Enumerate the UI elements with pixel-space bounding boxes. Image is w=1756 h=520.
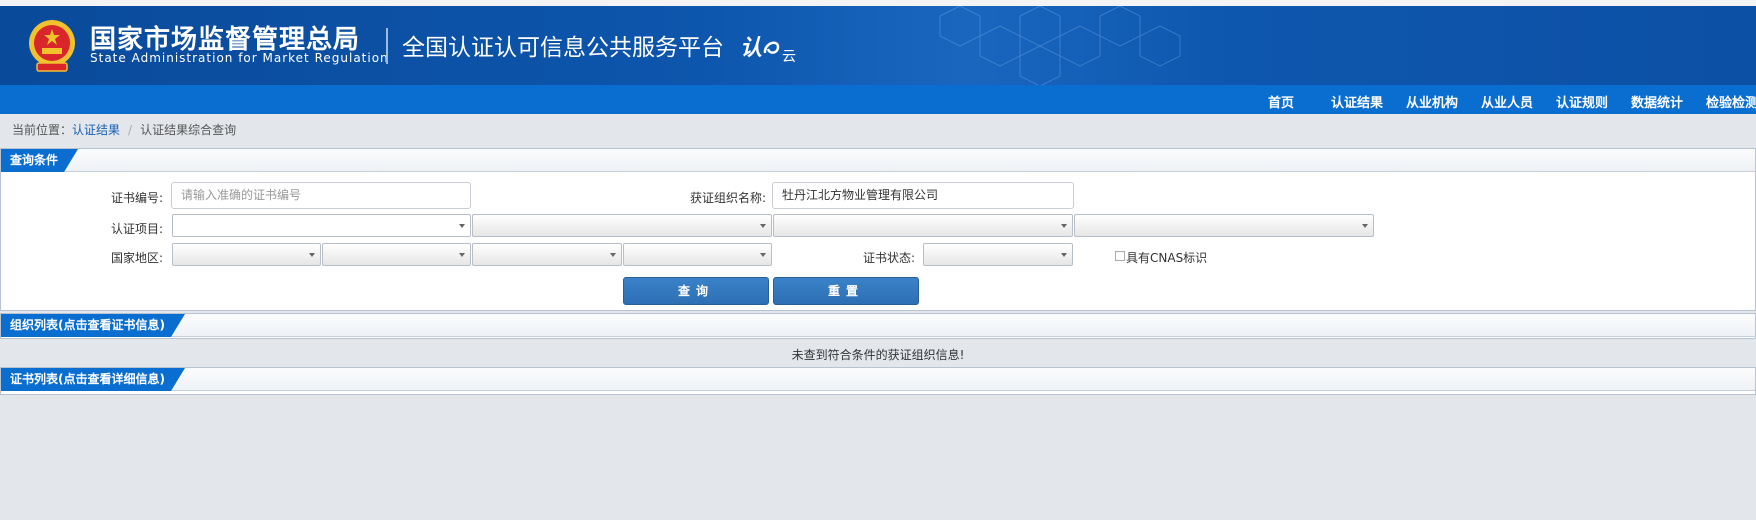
org-name-label: 获证组织名称: <box>689 191 766 205</box>
chevron-down-icon <box>760 224 766 228</box>
cert-item-select-2[interactable] <box>472 214 772 237</box>
nav-item-practitioners[interactable]: 从业人员 <box>1481 92 1533 111</box>
org-list-panel: 组织列表(点击查看证书信息) <box>0 313 1756 339</box>
cnas-label: 具有CNAS标识 <box>1126 251 1208 265</box>
breadcrumb-prefix: 当前位置： <box>12 123 73 137</box>
chevron-down-icon <box>1061 224 1067 228</box>
renzheng-yun-logo: 认云 <box>740 30 796 66</box>
query-panel-header: 查询条件 <box>1 149 1755 172</box>
site-header: 国家市场监督管理总局 State Administration for Mark… <box>0 6 1756 85</box>
chevron-down-icon <box>309 253 315 257</box>
logo-suffix: 云 <box>782 49 797 65</box>
cert-list-panel: 证书列表(点击查看详细信息) <box>0 367 1756 395</box>
platform-title: 全国认证认可信息公共服务平台 <box>402 35 724 61</box>
nav-item-home[interactable]: 首页 <box>1268 92 1294 111</box>
cert-status-label: 证书状态: <box>862 251 915 265</box>
breadcrumb-current: 认证结果综合查询 <box>140 123 237 137</box>
query-panel-title: 查询条件 <box>1 149 78 172</box>
chevron-down-icon <box>760 253 766 257</box>
chevron-down-icon <box>1061 253 1067 257</box>
region-select-4[interactable] <box>623 243 772 266</box>
nav-item-testing[interactable]: 检验检测 <box>1706 92 1756 111</box>
region-select-3[interactable] <box>472 243 622 266</box>
breadcrumb-separator: / <box>128 123 133 137</box>
chevron-down-icon <box>610 253 616 257</box>
cert-status-select[interactable] <box>923 243 1073 266</box>
cert-item-select-4[interactable] <box>1074 214 1374 237</box>
cert-list-header: 证书列表(点击查看详细信息) <box>1 368 1755 391</box>
logo-text: 认 <box>740 36 763 61</box>
nav-item-cert-rules[interactable]: 认证规则 <box>1556 92 1608 111</box>
main-nav: 首页 认证结果 从业机构 从业人员 认证规则 数据统计 检验检测 <box>0 85 1756 114</box>
logo-swirl-icon <box>763 41 780 54</box>
cert-no-input[interactable]: 请输入准确的证书编号 <box>171 182 471 209</box>
breadcrumb: 当前位置：认证结果 / 认证结果综合查询 <box>12 121 236 138</box>
chevron-down-icon <box>459 224 465 228</box>
chevron-down-icon <box>1362 224 1368 228</box>
cert-item-label: 认证项目: <box>110 222 163 236</box>
cnas-checkbox[interactable] <box>1115 251 1125 261</box>
nav-item-statistics[interactable]: 数据统计 <box>1631 92 1683 111</box>
org-list-header: 组织列表(点击查看证书信息) <box>1 314 1755 337</box>
cert-list-title[interactable]: 证书列表(点击查看详细信息) <box>1 368 185 391</box>
hexagon-pattern <box>939 6 1181 85</box>
nav-item-institutions[interactable]: 从业机构 <box>1406 92 1458 111</box>
header-divider <box>386 28 388 64</box>
region-label: 国家地区: <box>110 251 163 265</box>
cert-no-label: 证书编号: <box>110 191 163 205</box>
region-select-2[interactable] <box>322 243 471 266</box>
org-name-input[interactable]: 牡丹江北方物业管理有限公司 <box>772 182 1074 209</box>
org-list-title[interactable]: 组织列表(点击查看证书信息) <box>1 314 185 337</box>
reset-button[interactable]: 重置 <box>773 277 919 305</box>
cert-item-select-1[interactable] <box>172 214 471 237</box>
org-empty-message: 未查到符合条件的获证组织信息! <box>791 348 965 362</box>
nav-item-cert-results[interactable]: 认证结果 <box>1331 92 1383 111</box>
region-select-1[interactable] <box>172 243 321 266</box>
chevron-down-icon <box>459 253 465 257</box>
query-button[interactable]: 查询 <box>623 277 769 305</box>
breadcrumb-link[interactable]: 认证结果 <box>72 123 120 137</box>
query-panel: 查询条件 证书编号: 请输入准确的证书编号 获证组织名称: 牡丹江北方物业管理有… <box>0 148 1756 311</box>
org-name-en: State Administration for Market Regulati… <box>90 51 389 65</box>
cert-item-select-3[interactable] <box>773 214 1073 237</box>
national-emblem-icon <box>29 20 75 72</box>
